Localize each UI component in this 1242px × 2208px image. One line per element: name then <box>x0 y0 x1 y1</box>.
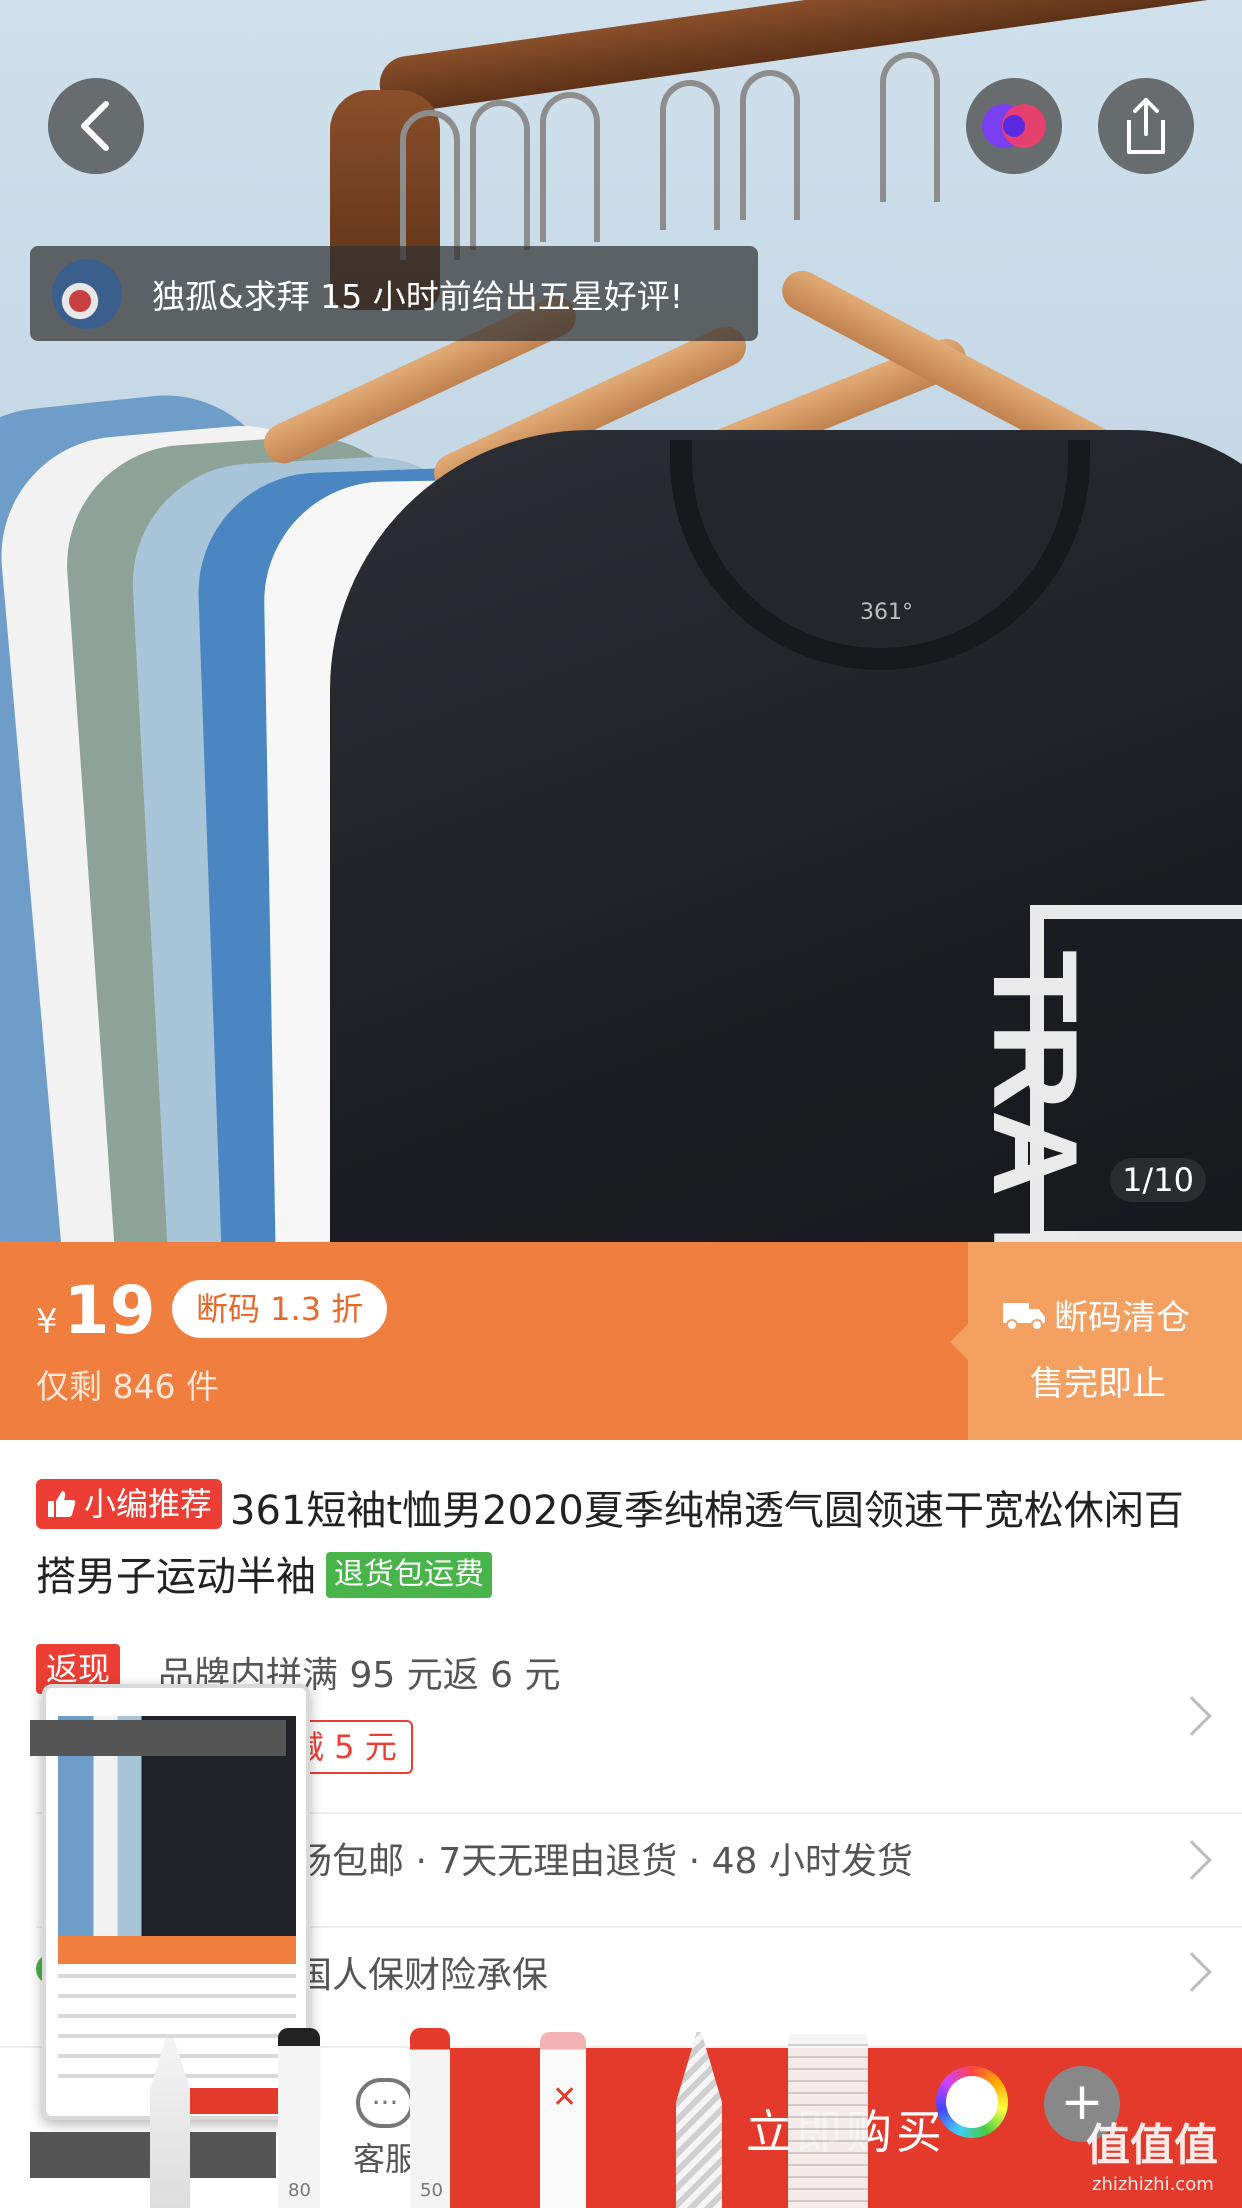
clearance-title: 断码清仓 <box>1002 1290 1190 1339</box>
watermark-url: zhizhizhi.com <box>1092 2174 1214 2195</box>
price-value: 19 <box>63 1272 156 1349</box>
share-icon <box>1127 98 1165 154</box>
marker-size-label: 80 <box>288 2180 311 2201</box>
chevron-left-icon <box>81 101 109 151</box>
brand-logo-icon <box>982 104 1046 148</box>
clearance-panel: 断码清仓 售完即止 <box>950 1242 1242 1440</box>
review-toast: 独孤&求拜 15 小时前给出五星好评! <box>30 246 758 341</box>
share-button[interactable] <box>1098 78 1194 174</box>
hanger-hook <box>400 110 460 260</box>
review-toast-text: 独孤&求拜 15 小时前给出五星好评! <box>152 276 683 316</box>
price-display: ¥ 19 <box>36 1272 156 1349</box>
product-image-carousel[interactable]: 361° TRA FORA 独孤&求拜 15 小时前给出五星好评! 1/10 <box>0 0 1242 1242</box>
editor-pick-label: 小编推荐 <box>84 1485 213 1523</box>
hanger-hook <box>540 92 600 242</box>
hanger-hook <box>740 70 800 220</box>
clearance-subtitle: 售完即止 <box>1030 1364 1166 1404</box>
color-picker-icon[interactable] <box>936 2066 1008 2138</box>
watermark-logo: 值值值 <box>1086 2120 1218 2171</box>
hanger-hook <box>880 52 940 202</box>
hanger-hook <box>660 80 720 230</box>
stock-remaining: 仅剩 846 件 <box>36 1367 219 1406</box>
product-title-block: 小编推荐 361短袖t恤男2020夏季纯棉透气圆领速干宽松休闲百搭男子运动半袖退… <box>36 1478 1216 1610</box>
discount-badge: 断码 1.3 折 <box>172 1280 388 1338</box>
eraser-tool-icon[interactable] <box>540 2032 586 2208</box>
currency-symbol: ¥ <box>36 1302 58 1342</box>
truck-icon <box>1003 1302 1045 1331</box>
price-bar: ¥ 19 断码 1.3 折 仅剩 846 件 断码清仓 售完即止 <box>0 1242 1242 1440</box>
chevron-right-icon <box>1172 1840 1212 1880</box>
ruler-tool-icon[interactable] <box>788 2034 868 2208</box>
service-guarantee-text: 场包邮 · 7天无理由退货 · 48 小时发货 <box>296 1841 913 1882</box>
free-return-badge: 退货包运费 <box>326 1552 492 1598</box>
chat-bubble-icon <box>356 2078 414 2128</box>
insurance-text: 国人保财险承保 <box>296 1955 549 1996</box>
hanger-hook <box>470 100 530 250</box>
reviewer-avatar <box>52 258 122 329</box>
thumbs-up-icon <box>48 1491 76 1517</box>
eraser-x-icon: ✕ <box>552 2080 578 2115</box>
editor-pick-badge: 小编推荐 <box>36 1479 223 1529</box>
shirt-print-text: TRA FORA <box>968 950 1102 1242</box>
clearance-title-text: 断码清仓 <box>1054 1298 1190 1338</box>
pen-size-label: 50 <box>420 2180 443 2201</box>
brand-tag: 361° <box>860 600 913 625</box>
thumbnail-price-bar <box>58 1936 296 1964</box>
image-counter: 1/10 <box>1110 1158 1206 1202</box>
back-button[interactable] <box>48 78 144 174</box>
chevron-right-icon <box>1172 1696 1212 1736</box>
redaction-bar <box>30 1720 286 1756</box>
app-logo-button[interactable] <box>966 78 1062 174</box>
chevron-right-icon <box>1172 1952 1212 1992</box>
